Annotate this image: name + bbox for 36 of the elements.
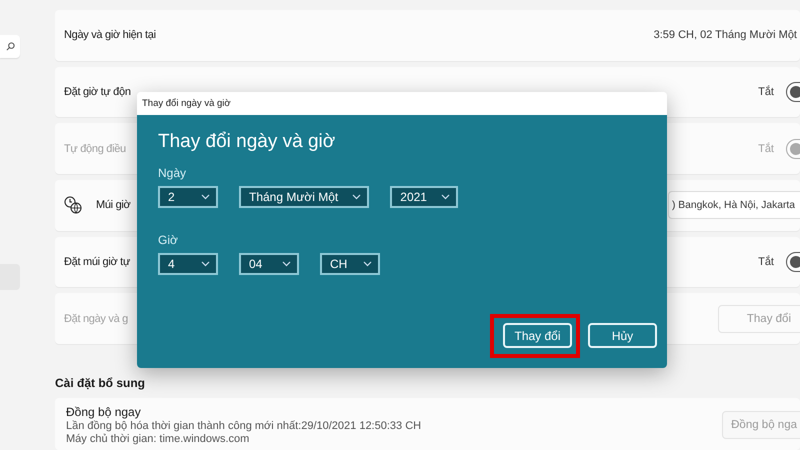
sync-title: Đồng bộ ngay (66, 405, 142, 420)
section-heading: Cài đặt bổ sung (55, 376, 146, 390)
chevron-down-icon (201, 261, 210, 267)
sync-info-text: Máy chủ thời gian: time.windows.com (66, 433, 250, 446)
setting-label: Đặt ngày và g (64, 312, 128, 325)
toggle-state-text: Tắt (758, 256, 774, 268)
sync-info-text: Lần đồng bộ hóa thời gian thành công mới nhất:29/10/2021 12:50:33 CH (66, 420, 422, 432)
select-field[interactable]: Tháng Mười Một (239, 186, 370, 208)
select-field[interactable]: 4 (158, 253, 218, 275)
select-field[interactable]: 2021 (390, 186, 458, 208)
dialog-button[interactable]: Thay đổi (503, 323, 572, 348)
dialog-button[interactable]: Hủy (588, 323, 657, 348)
select-field[interactable]: 04 (239, 253, 299, 275)
field-label: Ngày (158, 166, 188, 180)
chevron-down-icon (363, 261, 372, 267)
field-label: Giờ (158, 233, 179, 247)
chevron-down-icon (201, 194, 210, 200)
setting-label: Tự động điều (64, 142, 126, 155)
dialog-title: Thay đổi ngày và giờ (142, 98, 231, 109)
select-field[interactable]: 2 (158, 186, 218, 208)
search-icon (6, 42, 14, 51)
dialog-heading: Thay đổi ngày và giờ (158, 131, 336, 153)
chevron-down-icon (352, 194, 362, 200)
select-field[interactable]: CH (320, 253, 380, 275)
setting-label: Ngày và giờ hiện tại (64, 29, 156, 42)
chevron-down-icon (282, 261, 291, 267)
clock-globe-icon (64, 196, 82, 214)
setting-label: Múi giờ (96, 199, 130, 212)
search-field[interactable] (0, 35, 20, 58)
setting-label: Đặt múi giờ tự (64, 256, 130, 268)
chevron-down-icon (440, 194, 450, 200)
toggle-state-text: Tắt (758, 142, 774, 155)
timezone-dropdown[interactable]: ) Bangkok, Hà Nội, Jakarta (668, 191, 800, 220)
current-time-text: 3:59 CH, 02 Tháng Mười Một (654, 29, 797, 42)
setting-label: Đặt giờ tự độn (64, 86, 131, 98)
toggle-state-text: Tắt (758, 86, 774, 98)
